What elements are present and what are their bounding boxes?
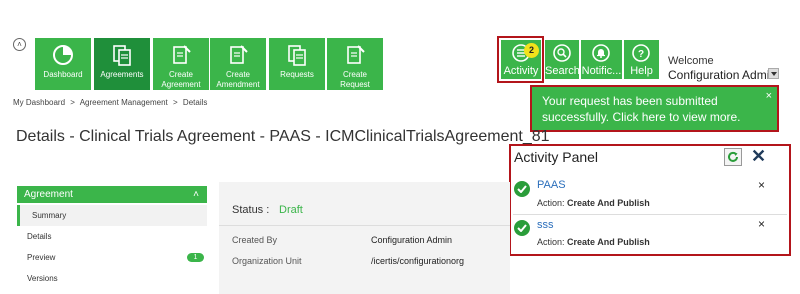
tile-create-amendment[interactable]: Create Amendment — [210, 38, 266, 90]
welcome-text: Welcome — [668, 55, 714, 67]
refresh-button[interactable] — [724, 148, 742, 166]
activity-highlight — [497, 36, 544, 83]
status-badge: Draft — [279, 204, 303, 216]
sidebar-item-summary[interactable]: Summary — [17, 205, 207, 226]
create-agreement-icon — [173, 45, 191, 64]
user-name[interactable]: Configuration Admin — [668, 68, 776, 82]
tile-dashboard[interactable]: Dashboard — [35, 38, 91, 90]
svg-text:?: ? — [638, 49, 644, 60]
collapse-toolbar-button[interactable]: ˄ — [13, 38, 26, 51]
field-label-organization-unit: Organization Unit — [232, 256, 302, 266]
activity-item-action: Action: Create And Publish — [537, 198, 650, 208]
divider — [513, 214, 787, 215]
activity-item-title[interactable]: PAAS — [537, 179, 566, 191]
tile-requests[interactable]: Requests — [269, 38, 325, 90]
activity-panel: Activity Panel ✕ PAAS Action: Create And… — [509, 144, 791, 256]
refresh-icon — [728, 151, 738, 162]
tile-label: Dashboard — [43, 70, 83, 79]
toast-close-icon[interactable]: × — [766, 88, 772, 104]
tile-create-agreement[interactable]: Create Agreement — [153, 38, 209, 90]
sidebar-section-agreement[interactable]: Agreement ˄ — [17, 186, 207, 203]
breadcrumb-details: Details — [182, 98, 208, 107]
check-circle-icon — [514, 220, 530, 236]
check-circle-icon — [514, 181, 530, 197]
tile-label: Create Amendment — [216, 70, 260, 89]
breadcrumb-separator: > — [173, 98, 178, 107]
breadcrumb-dashboard[interactable]: My Dashboard — [13, 98, 65, 107]
preview-count-badge: 1 — [187, 253, 204, 262]
activity-action-label: Action: — [537, 198, 565, 208]
breadcrumb: My Dashboard > Agreement Management > De… — [13, 98, 210, 107]
chevron-up-icon: ˄ — [193, 189, 199, 200]
divider — [219, 225, 510, 226]
agreements-docs-icon — [113, 45, 131, 66]
tile-label: Agreements — [100, 70, 144, 79]
activity-item-close-icon[interactable]: × — [758, 217, 765, 231]
activity-panel-close-icon[interactable]: ✕ — [751, 146, 766, 167]
app-page: ˄ Dashboard Agreements Create Agreement — [0, 0, 800, 294]
help-icon: ? — [632, 44, 650, 62]
search-label: Search — [545, 65, 580, 77]
notifications-button[interactable]: Notific... — [581, 40, 622, 79]
page-title: Details - Clinical Trials Agreement - PA… — [16, 128, 550, 145]
activity-item-title[interactable]: sss — [537, 219, 554, 231]
sidebar-item-preview[interactable]: Preview — [17, 247, 207, 268]
sidebar-item-versions[interactable]: Versions — [17, 268, 207, 289]
search-button[interactable]: Search — [545, 40, 580, 79]
help-button[interactable]: ? Help — [624, 40, 659, 79]
sidebar-item-details[interactable]: Details — [17, 226, 207, 247]
activity-action-value: Create And Publish — [567, 237, 650, 247]
user-menu-dropdown-icon[interactable] — [768, 68, 779, 79]
status-label: Status : — [232, 204, 270, 216]
create-request-icon — [347, 45, 365, 64]
notifications-label: Notific... — [581, 65, 622, 77]
sidebar-section-label: Agreement — [24, 189, 73, 200]
requests-docs-icon — [288, 45, 306, 66]
help-label: Help — [630, 65, 653, 77]
activity-item-action: Action: Create And Publish — [537, 237, 650, 247]
tile-agreements[interactable]: Agreements — [94, 38, 150, 90]
success-toast[interactable]: Your request has been submitted successf… — [530, 85, 779, 132]
tile-label: Create Request — [340, 70, 370, 89]
toast-message[interactable]: Your request has been submitted successf… — [542, 94, 741, 124]
activity-panel-title: Activity Panel — [514, 149, 599, 165]
create-amendment-icon — [230, 45, 248, 64]
search-icon — [553, 44, 571, 62]
field-label-created-by: Created By — [232, 235, 278, 245]
activity-count-badge: 2 — [524, 43, 539, 58]
field-value-created-by: Configuration Admin — [371, 235, 453, 245]
bell-icon — [592, 44, 610, 62]
activity-action-label: Action: — [537, 237, 565, 247]
activity-item-close-icon[interactable]: × — [758, 178, 765, 192]
dashboard-pie-icon — [53, 45, 73, 65]
activity-action-value: Create And Publish — [567, 198, 650, 208]
tile-label: Requests — [280, 70, 314, 79]
field-value-organization-unit: /icertis/configurationorg — [371, 256, 465, 266]
tile-label: Create Agreement — [161, 70, 201, 89]
breadcrumb-agreement-management[interactable]: Agreement Management — [80, 98, 168, 107]
breadcrumb-separator: > — [70, 98, 75, 107]
details-panel: Status : Draft Created By Configuration … — [219, 182, 510, 294]
tile-create-request[interactable]: Create Request — [327, 38, 383, 90]
